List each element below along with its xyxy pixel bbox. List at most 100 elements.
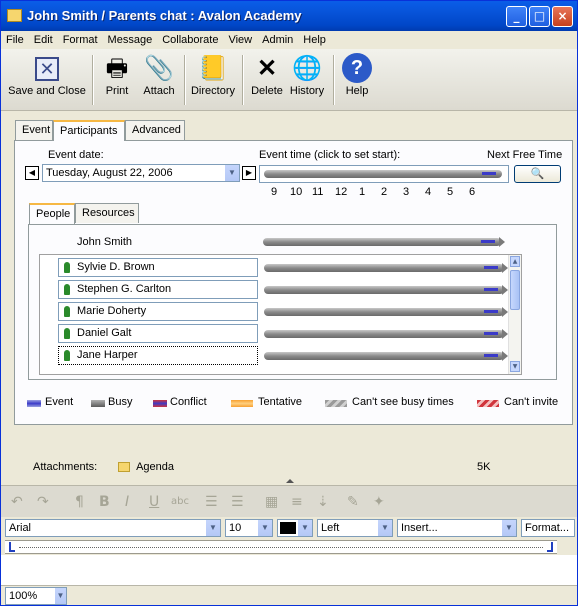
tab-participants[interactable]: Participants: [53, 120, 125, 141]
participant-availability-bar: [264, 329, 508, 339]
right-indent-icon[interactable]: [547, 542, 553, 552]
chevron-down-icon: ▼: [257, 520, 272, 536]
zoom-select[interactable]: 100% ▼: [5, 587, 67, 605]
next-date-button[interactable]: ▶: [242, 166, 256, 180]
menu-format[interactable]: Format: [58, 31, 103, 49]
save-close-label: Save and Close: [8, 85, 86, 97]
table-icon[interactable]: ▦: [265, 494, 278, 510]
minimize-button[interactable]: _: [506, 6, 527, 27]
title-bar[interactable]: John Smith / Parents chat : Avalon Acade…: [1, 1, 577, 31]
tab-resources[interactable]: Resources: [75, 203, 139, 223]
editor-toolbar: ↶ ↷ ¶ B I U abc ☰ ☰ ▦ ≡ ⇣ ✎ ✦: [1, 485, 577, 517]
scroll-down-icon[interactable]: ▼: [510, 361, 520, 372]
tab-advanced[interactable]: Advanced: [125, 120, 185, 140]
splitter-grip-icon[interactable]: [286, 479, 294, 483]
help-button[interactable]: ? Help: [339, 53, 375, 97]
indent-icon[interactable]: ⇣: [317, 494, 329, 510]
hour-label: 9: [271, 186, 278, 198]
event-date-select[interactable]: Tuesday, August 22, 2006 ▼: [42, 164, 240, 182]
bold-icon[interactable]: B: [99, 494, 110, 510]
menu-message[interactable]: Message: [103, 31, 158, 49]
insert-value: Insert...: [401, 522, 438, 534]
tab-people[interactable]: People: [29, 203, 75, 224]
hour-label: 12: [335, 186, 348, 198]
menu-file[interactable]: File: [1, 31, 29, 49]
format-select[interactable]: Format...: [521, 519, 575, 537]
menu-admin[interactable]: Admin: [257, 31, 298, 49]
menu-collaborate[interactable]: Collaborate: [157, 31, 223, 49]
event-time-slider[interactable]: [259, 165, 509, 183]
participant-scrollbar[interactable]: ▲ ▼: [508, 255, 521, 374]
event-time-label: Event time (click to set start):: [259, 149, 401, 161]
spellcheck-icon[interactable]: ✎: [347, 494, 359, 510]
numbered-list-icon[interactable]: ☰: [205, 494, 218, 510]
main-toolbar: ✕ Save and Close 🖶 Print 📎 Attach 📒 Dire…: [1, 49, 577, 111]
hour-label: 1: [359, 186, 366, 198]
toolbar-separator: [242, 55, 244, 105]
delete-button[interactable]: ✕ Delete: [249, 53, 285, 97]
scroll-up-icon[interactable]: ▲: [510, 256, 520, 267]
alignment-select[interactable]: Left ▼: [317, 519, 393, 537]
align-icon[interactable]: ≡: [291, 494, 303, 510]
menu-view[interactable]: View: [223, 31, 257, 49]
participant-item[interactable]: Stephen G. Carlton: [58, 280, 258, 299]
participant-item[interactable]: Sylvie D. Brown: [58, 258, 258, 277]
italic-icon[interactable]: I: [125, 494, 129, 510]
directory-button[interactable]: 📒 Directory: [189, 53, 237, 97]
attachment-name: Agenda: [136, 461, 174, 473]
tab-event[interactable]: Event: [15, 120, 53, 140]
participant-availability-bar: [264, 351, 508, 361]
abc-spell-icon[interactable]: abc: [171, 496, 189, 507]
hour-label: 11: [312, 186, 324, 198]
text-color-select[interactable]: ▼: [277, 519, 313, 537]
undo-icon[interactable]: ↶: [11, 494, 23, 510]
font-select[interactable]: Arial ▼: [5, 519, 221, 537]
redo-icon[interactable]: ↷: [37, 494, 49, 510]
legend-label: Event: [45, 396, 74, 408]
history-button[interactable]: 🌐 History: [287, 53, 327, 97]
font-size-select[interactable]: 10 ▼: [225, 519, 273, 537]
event-time-bar: [264, 170, 502, 178]
insert-select[interactable]: Insert... ▼: [397, 519, 517, 537]
attach-button[interactable]: 📎 Attach: [139, 53, 179, 97]
toolbar-separator: [184, 55, 186, 105]
chevron-down-icon: ▼: [297, 520, 312, 536]
legend-label: Can't see busy times: [352, 396, 454, 408]
organizer-name: John Smith: [77, 236, 133, 248]
participant-item[interactable]: Marie Doherty: [58, 302, 258, 321]
print-button[interactable]: 🖶 Print: [99, 53, 135, 97]
delete-label: Delete: [251, 85, 283, 97]
menu-edit[interactable]: Edit: [29, 31, 58, 49]
emoticon-icon[interactable]: ✦: [373, 494, 385, 510]
alignment-value: Left: [321, 522, 340, 534]
participant-name: Jane Harper: [77, 349, 138, 361]
attachment-size: 5K: [477, 461, 491, 473]
maximize-button[interactable]: □: [529, 6, 550, 27]
menu-help[interactable]: Help: [298, 31, 331, 49]
chevron-down-icon: ▼: [54, 588, 66, 604]
bullet-list-icon[interactable]: ☰: [231, 494, 244, 510]
format-value: Format...: [525, 522, 570, 534]
next-free-time-button[interactable]: 🔍: [514, 165, 561, 183]
message-body-editor[interactable]: [1, 555, 577, 585]
participant-item[interactable]: Jane Harper: [58, 346, 258, 365]
save-close-button[interactable]: ✕ Save and Close: [7, 53, 87, 97]
window-title: John Smith / Parents chat : Avalon Acade…: [27, 8, 302, 23]
close-button[interactable]: ×: [552, 6, 573, 27]
participant-list[interactable]: Sylvie D. Brown Stephen G. Carlton Marie…: [39, 254, 522, 375]
participant-item[interactable]: Daniel Galt: [58, 324, 258, 343]
scroll-thumb[interactable]: [510, 270, 520, 310]
delete-x-icon: ✕: [256, 55, 278, 82]
participant-name: Daniel Galt: [77, 327, 132, 339]
prev-date-button[interactable]: ◀: [25, 166, 39, 180]
left-indent-icon[interactable]: [9, 542, 15, 552]
paragraph-icon[interactable]: ¶: [75, 494, 84, 510]
participant-name: Sylvie D. Brown: [77, 261, 155, 273]
folder-icon: [118, 462, 130, 473]
ruler[interactable]: [5, 540, 557, 554]
person-icon: [64, 350, 70, 361]
person-icon: [64, 284, 70, 295]
next-free-time-label: Next Free Time: [487, 149, 563, 161]
underline-icon[interactable]: U: [149, 494, 159, 510]
attachment-item[interactable]: Agenda: [118, 461, 174, 473]
